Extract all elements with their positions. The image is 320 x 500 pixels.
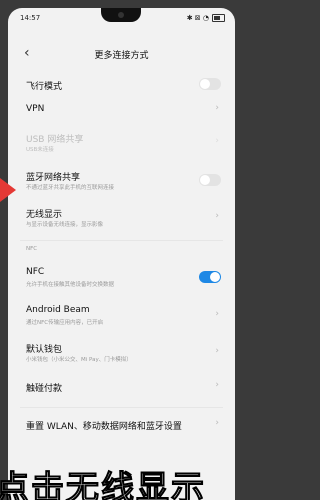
- status-icons: ✱ ⊠ ◔: [187, 14, 225, 22]
- status-time: 14:57: [20, 14, 41, 22]
- chevron-right-icon: ›: [215, 418, 219, 428]
- chevron-right-icon: ›: [215, 103, 219, 113]
- airplane-mode-toggle[interactable]: [199, 78, 221, 90]
- page-title: 更多连接方式: [94, 51, 149, 61]
- nfc-toggle[interactable]: [199, 271, 221, 283]
- default-wallet-row[interactable]: 默认钱包 小米钱包（小米公交、Mi Pay、门卡模拟） ›: [8, 339, 235, 367]
- chevron-right-icon: ›: [215, 309, 219, 319]
- status-bar: 14:57 ✱ ⊠ ◔: [8, 8, 235, 28]
- chevron-right-icon: ›: [215, 380, 219, 390]
- usb-tethering-row: USB 网络共享 USB未连接 ›: [8, 129, 235, 157]
- reset-network-label: 重置 WLAN、移动数据网络和蓝牙设置: [26, 422, 182, 432]
- battery-icon: [212, 14, 225, 22]
- camera-icon: [118, 12, 124, 18]
- default-wallet-subtitle: 小米钱包（小米公交、Mi Pay、门卡模拟）: [26, 357, 132, 363]
- section-divider: [20, 407, 223, 408]
- nfc-row[interactable]: NFC 允许手机在接触其他设备时交换数据: [8, 264, 235, 292]
- usb-tethering-subtitle: USB未连接: [26, 147, 54, 153]
- wireless-display-row[interactable]: 无线显示 与显示设备无线连接，显示影像 ›: [8, 204, 235, 232]
- phone-screen: 14:57 ✱ ⊠ ◔ ‹ 更多连接方式 飞行模式 VPN › USB 网络共享…: [8, 8, 235, 500]
- chevron-right-icon: ›: [215, 211, 219, 221]
- tap-and-pay-label: 触碰付款: [26, 384, 63, 394]
- default-wallet-label: 默认钱包: [26, 345, 63, 355]
- section-divider: [20, 240, 223, 241]
- wireless-display-label: 无线显示: [26, 210, 63, 220]
- android-beam-subtitle: 通过NFC传输应用内容，已开启: [26, 320, 104, 326]
- wireless-display-subtitle: 与显示设备无线连接，显示影像: [26, 222, 104, 228]
- android-beam-row[interactable]: Android Beam 通过NFC传输应用内容，已开启 ›: [8, 302, 235, 330]
- chevron-right-icon: ›: [215, 346, 219, 356]
- pointer-arrow-icon: [0, 178, 16, 202]
- nfc-section-header: NFC: [26, 246, 38, 252]
- airplane-mode-row[interactable]: 飞行模式: [8, 72, 235, 96]
- device-frame: 14:57 ✱ ⊠ ◔ ‹ 更多连接方式 飞行模式 VPN › USB 网络共享…: [0, 0, 243, 500]
- caption-overlay: 点击无线显示: [0, 463, 243, 500]
- vpn-label: VPN: [26, 104, 45, 114]
- chevron-right-icon: ›: [215, 136, 219, 146]
- bluetooth-tethering-subtitle: 不通过蓝牙共享此手机的互联网连接: [26, 185, 115, 191]
- nfc-label: NFC: [26, 267, 45, 277]
- android-beam-label: Android Beam: [26, 305, 90, 315]
- caption-text: 点击无线显示: [0, 468, 206, 500]
- airplane-mode-label: 飞行模式: [26, 82, 63, 92]
- bluetooth-tethering-row[interactable]: 蓝牙网络共享 不通过蓝牙共享此手机的互联网连接: [8, 167, 235, 195]
- status-icons-glyphs: ✱ ⊠ ◔: [186, 14, 209, 22]
- usb-tethering-label: USB 网络共享: [26, 135, 84, 145]
- bluetooth-tethering-toggle[interactable]: [199, 174, 221, 186]
- tap-and-pay-row[interactable]: 触碰付款 ›: [8, 377, 235, 399]
- camera-notch: [101, 8, 141, 22]
- vpn-row[interactable]: VPN ›: [8, 100, 235, 122]
- nfc-subtitle: 允许手机在接触其他设备时交换数据: [26, 282, 115, 288]
- reset-network-row[interactable]: 重置 WLAN、移动数据网络和蓝牙设置 ›: [8, 415, 235, 437]
- app-header: ‹ 更多连接方式: [8, 40, 235, 66]
- bluetooth-tethering-label: 蓝牙网络共享: [26, 173, 81, 183]
